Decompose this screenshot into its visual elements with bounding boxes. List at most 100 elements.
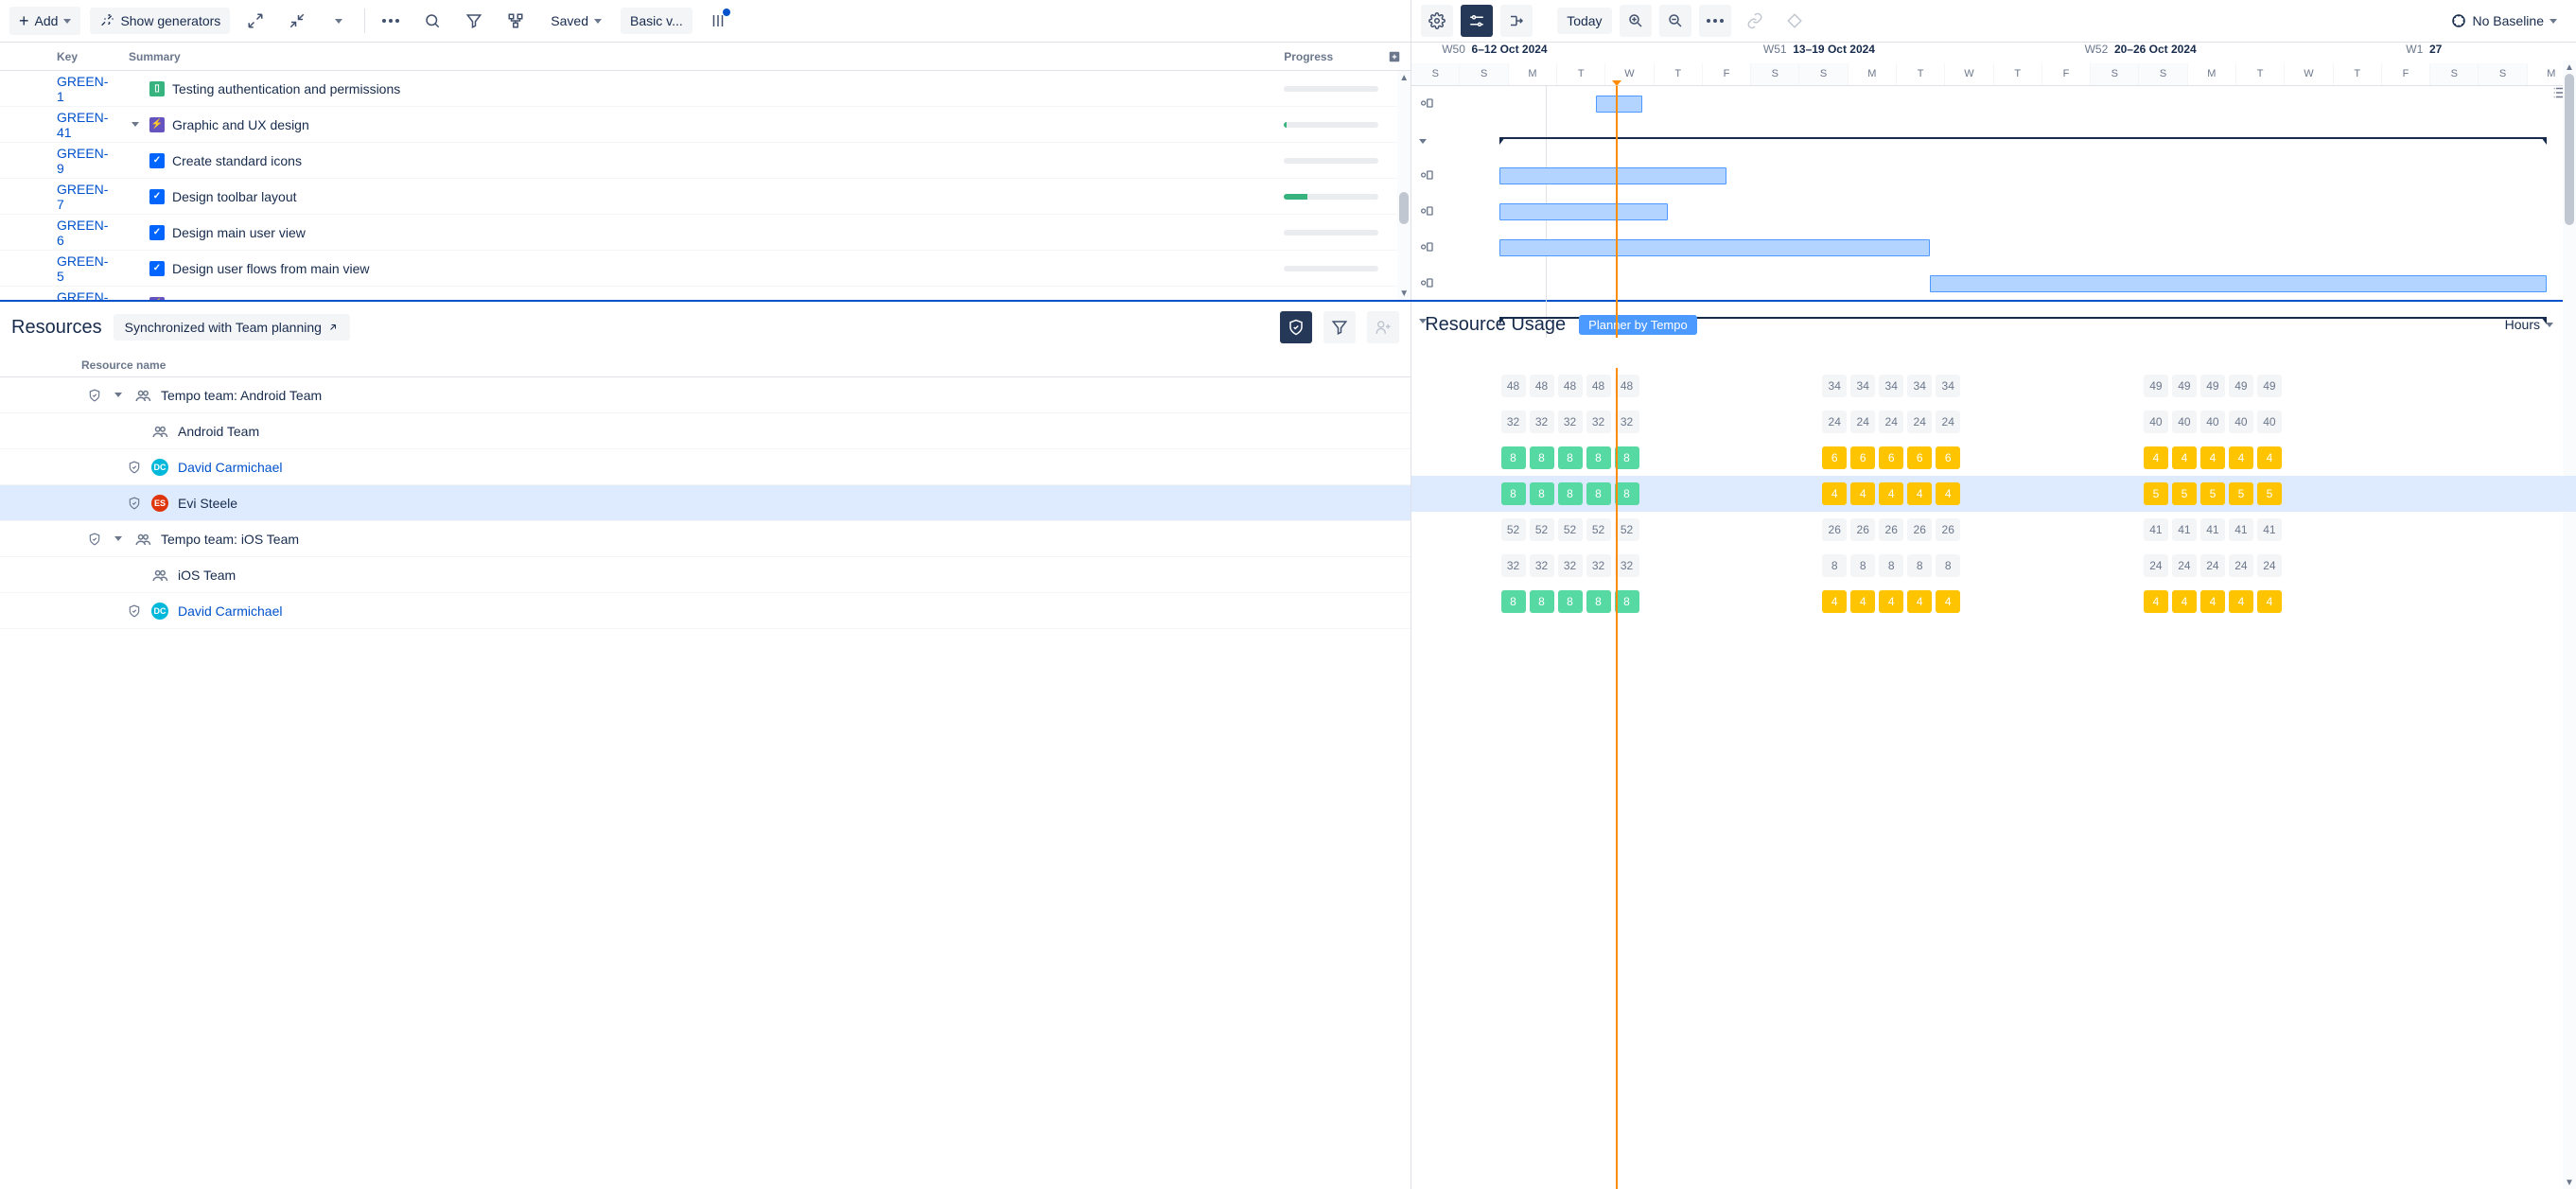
resource-name-header[interactable]: Resource name: [81, 358, 166, 372]
usage-cell[interactable]: 49: [2257, 375, 2282, 397]
usage-cell[interactable]: 6: [1879, 446, 1903, 469]
usage-cell[interactable]: 40: [2200, 411, 2225, 433]
usage-cell[interactable]: 48: [1615, 375, 1639, 397]
show-generators-button[interactable]: Show generators: [90, 8, 230, 34]
resource-row[interactable]: DCDavid Carmichael: [0, 449, 1411, 485]
usage-cell[interactable]: 26: [1936, 518, 1960, 541]
usage-cell[interactable]: 32: [1501, 554, 1526, 577]
usage-cell[interactable]: 34: [1822, 375, 1847, 397]
expand-icon-button[interactable]: [239, 5, 272, 37]
usage-cell[interactable]: 49: [2144, 375, 2168, 397]
usage-cell[interactable]: 4: [2229, 590, 2253, 613]
scroll-down-arrow[interactable]: ▼: [1397, 287, 1411, 300]
expand-toggle[interactable]: [1419, 131, 1427, 147]
usage-cell[interactable]: 24: [2229, 554, 2253, 577]
view-select-button[interactable]: Basic v...: [621, 8, 692, 34]
search-button[interactable]: [416, 5, 448, 37]
usage-cell[interactable]: 52: [1615, 518, 1639, 541]
usage-cell[interactable]: 24: [2200, 554, 2225, 577]
usage-cell[interactable]: 4: [1850, 482, 1875, 505]
usage-cell[interactable]: 26: [1907, 518, 1932, 541]
usage-cell[interactable]: 32: [1586, 554, 1611, 577]
usage-cell[interactable]: 8: [1530, 590, 1554, 613]
scroll-up-arrow[interactable]: ▲: [1397, 71, 1411, 84]
link-button[interactable]: [1739, 5, 1771, 37]
zoom-out-button[interactable]: [1659, 5, 1691, 37]
usage-cell[interactable]: 4: [1822, 482, 1847, 505]
usage-cell[interactable]: 8: [1586, 482, 1611, 505]
usage-cell[interactable]: 4: [2172, 590, 2197, 613]
gantt-bar[interactable]: [1930, 275, 2547, 292]
usage-cell[interactable]: 4: [2257, 446, 2282, 469]
usage-cell[interactable]: 41: [2200, 518, 2225, 541]
usage-cell[interactable]: 8: [1615, 482, 1639, 505]
scroll-thumb[interactable]: [1399, 192, 1409, 224]
usage-cell[interactable]: 24: [2172, 554, 2197, 577]
usage-cell[interactable]: 6: [1850, 446, 1875, 469]
issues-scrollbar[interactable]: ▲ ▼: [1397, 71, 1411, 300]
resource-approve-button[interactable]: [1280, 311, 1312, 343]
usage-cell[interactable]: 24: [2257, 554, 2282, 577]
usage-cell[interactable]: 26: [1850, 518, 1875, 541]
resource-filter-button[interactable]: [1323, 311, 1356, 343]
usage-cell[interactable]: 32: [1615, 411, 1639, 433]
settings-button[interactable]: [1421, 5, 1453, 37]
usage-cell[interactable]: 49: [2200, 375, 2225, 397]
issue-row[interactable]: GREEN-1▯Testing authentication and permi…: [0, 71, 1411, 107]
issue-key-link[interactable]: GREEN-6: [57, 218, 108, 248]
scroll-up-arrow[interactable]: ▲: [2563, 61, 2576, 74]
usage-cell[interactable]: 4: [1879, 482, 1903, 505]
usage-cell[interactable]: 8: [1586, 446, 1611, 469]
gantt-bar[interactable]: [1499, 167, 1726, 184]
sync-chip[interactable]: Synchronized with Team planning: [114, 314, 350, 341]
issue-key-link[interactable]: GREEN-7: [57, 182, 108, 212]
usage-cell[interactable]: 4: [2200, 590, 2225, 613]
gantt-row[interactable]: [1411, 158, 2576, 194]
usage-cell[interactable]: 24: [1822, 411, 1847, 433]
usage-cell[interactable]: 41: [2257, 518, 2282, 541]
usage-cell[interactable]: 41: [2229, 518, 2253, 541]
usage-cell[interactable]: 24: [1936, 411, 1960, 433]
group-button[interactable]: [499, 5, 532, 37]
usage-cell[interactable]: 24: [2144, 554, 2168, 577]
usage-cell[interactable]: 4: [2144, 446, 2168, 469]
usage-cell[interactable]: 4: [1907, 482, 1932, 505]
zoom-in-button[interactable]: [1620, 5, 1652, 37]
collapse-icon-button[interactable]: [281, 5, 313, 37]
usage-cell[interactable]: 8: [1558, 590, 1583, 613]
expand-menu-button[interactable]: [323, 5, 355, 37]
usage-cell[interactable]: 34: [1850, 375, 1875, 397]
usage-cell[interactable]: 52: [1558, 518, 1583, 541]
today-button[interactable]: Today: [1557, 8, 1611, 34]
usage-cell[interactable]: 4: [2257, 590, 2282, 613]
resource-row[interactable]: Android Team: [0, 413, 1411, 449]
filter-button[interactable]: [458, 5, 490, 37]
add-button[interactable]: + Add: [9, 7, 80, 35]
usage-cell[interactable]: 40: [2144, 411, 2168, 433]
usage-cell[interactable]: 5: [2229, 482, 2253, 505]
resource-row[interactable]: Tempo team: Android Team: [0, 377, 1411, 413]
issue-key-link[interactable]: GREEN-41: [57, 110, 108, 140]
usage-cell[interactable]: 8: [1615, 446, 1639, 469]
usage-cell[interactable]: 8: [1907, 554, 1932, 577]
usage-cell[interactable]: 32: [1530, 554, 1554, 577]
usage-cell[interactable]: 32: [1530, 411, 1554, 433]
usage-cell[interactable]: 8: [1501, 590, 1526, 613]
usage-cell[interactable]: 48: [1530, 375, 1554, 397]
usage-cell[interactable]: 6: [1907, 446, 1932, 469]
resource-row[interactable]: Tempo team: iOS Team: [0, 521, 1411, 557]
usage-cell[interactable]: 4: [2229, 446, 2253, 469]
gantt-bar[interactable]: [1596, 96, 1642, 113]
usage-cell[interactable]: 41: [2144, 518, 2168, 541]
usage-cell[interactable]: 6: [1936, 446, 1960, 469]
usage-cell[interactable]: 48: [1558, 375, 1583, 397]
col-summary-header[interactable]: Summary: [114, 50, 1284, 63]
usage-cell[interactable]: 52: [1586, 518, 1611, 541]
usage-cell[interactable]: 4: [1936, 590, 1960, 613]
usage-cell[interactable]: 52: [1530, 518, 1554, 541]
expand-toggle[interactable]: [112, 536, 125, 541]
gantt-row[interactable]: [1411, 230, 2576, 266]
usage-cell[interactable]: 8: [1850, 554, 1875, 577]
issue-key-link[interactable]: GREEN-1: [57, 74, 108, 104]
usage-cell[interactable]: 48: [1586, 375, 1611, 397]
